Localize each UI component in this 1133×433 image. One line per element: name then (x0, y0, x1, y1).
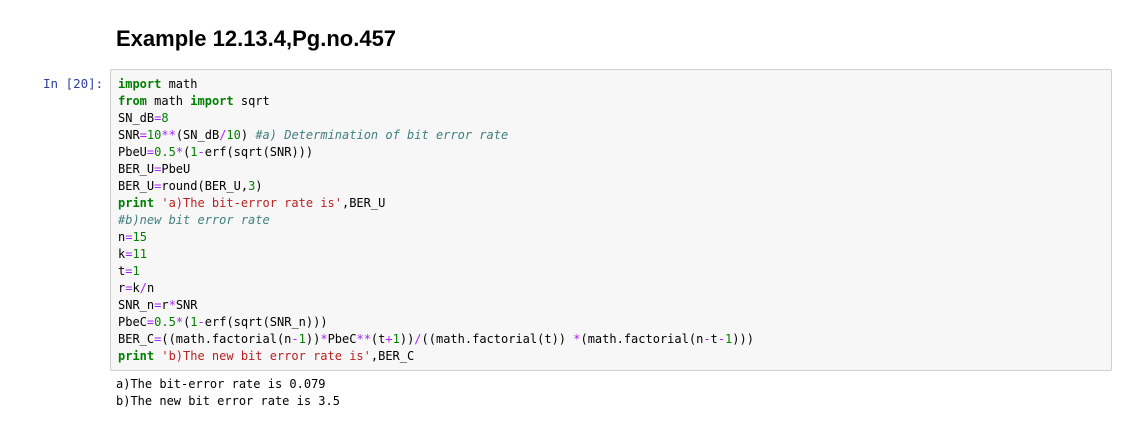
code-token: * (320, 332, 328, 346)
code-line: r=k/n (118, 280, 754, 297)
code-token: + (385, 332, 393, 346)
code-token: BER_U (118, 179, 155, 193)
code-token: 0.5 (154, 145, 176, 159)
code-line: from math import sqrt (118, 93, 754, 110)
code-token: SNR_n (118, 298, 155, 312)
code-token: #b)new bit error rate (118, 213, 270, 227)
code-token: from (118, 94, 147, 108)
code-token: ** (161, 128, 176, 142)
code-token: )) (399, 332, 415, 346)
code-token: BER_U (118, 162, 155, 176)
code-token: erf(sqrt(SNR))) (204, 145, 314, 159)
code-token: 1 (298, 332, 306, 346)
code-token: round(BER_U, (161, 179, 249, 193)
code-token: 1 (392, 332, 400, 346)
code-token: 8 (161, 111, 169, 125)
code-token: #a) Determination of bit error rate (255, 128, 509, 142)
code-token: * (175, 315, 184, 329)
code-token: erf(sqrt(SNR_n))) (204, 315, 328, 329)
code-token: math (146, 94, 191, 108)
code-line: #b)new bit error rate (118, 212, 754, 229)
code-token: - (703, 332, 711, 346)
code-cell-input[interactable]: import math from math import sqrt SN_dB=8 S… (110, 69, 1112, 371)
input-prompt: In [20]: (43, 76, 104, 91)
code-token: )) (305, 332, 321, 346)
page-title: Example 12.13.4,Pg.no.457 (116, 26, 397, 51)
code-line: SN_dB=8 (118, 110, 754, 127)
code-token: SNR (175, 298, 198, 312)
code-token: * (168, 298, 176, 312)
code-line: PbeC=0.5*(1-erf(sqrt(SNR_n))) (118, 314, 754, 331)
code-token: PbeU (118, 145, 147, 159)
code-token: ) (240, 128, 256, 142)
code-token: ) (255, 179, 263, 193)
code-token: sqrt (233, 94, 270, 108)
code-token: t (710, 332, 718, 346)
code-line: BER_U=PbeU (118, 161, 754, 178)
code-line: BER_U=round(BER_U,3) (118, 178, 754, 195)
code-token: 1 (190, 315, 198, 329)
code-token: = (139, 128, 147, 142)
code-token: (math.factorial(n (580, 332, 704, 346)
code-token: import (118, 77, 162, 91)
code-token: math (161, 77, 198, 91)
code-token: PbeU (161, 162, 191, 176)
code-token: SN_dB (118, 111, 155, 125)
code-token: 'b)The new bit error rate is' (161, 349, 371, 363)
code-token: ))) (732, 332, 754, 346)
code-token: 0.5 (154, 315, 176, 329)
code-line: SNR_n=r*SNR (118, 297, 754, 314)
code-line: n=15 (118, 229, 754, 246)
code-token: 15 (132, 230, 147, 244)
output-line: b)The new bit error rate is 3.5 (116, 394, 340, 408)
code-token: / (139, 281, 147, 295)
code-token: - (197, 315, 205, 329)
code-token: * (175, 145, 184, 159)
code-token: ,BER_C (370, 349, 415, 363)
code-token: ,BER_U (341, 196, 386, 210)
code-token: 10 (146, 128, 162, 142)
code-token: - (291, 332, 299, 346)
code-token: PbeC (118, 315, 147, 329)
code-token: n (146, 281, 155, 295)
code-token: - (197, 145, 205, 159)
code-token: (t (370, 332, 386, 346)
code-line: k=11 (118, 246, 754, 263)
code-token: print (118, 349, 155, 363)
code-token: ((math.factorial(n (161, 332, 292, 346)
code-token: print (118, 196, 155, 210)
code-token: - (717, 332, 726, 346)
code-token: SNR (118, 128, 140, 142)
code-line: print 'a)The bit-error rate is',BER_U (118, 195, 754, 212)
code-line: SNR=10**(SN_dB/10) #a) Determination of … (118, 127, 754, 144)
code-token: r (161, 298, 169, 312)
code-line: import math (118, 76, 754, 93)
code-token: k (132, 281, 140, 295)
cell-output: a)The bit-error rate is 0.079 b)The new b… (116, 376, 340, 410)
code-line: PbeU=0.5*(1-erf(sqrt(SNR))) (118, 144, 754, 161)
code-token: / (414, 332, 422, 346)
code-token: import (190, 94, 234, 108)
code-line: t=1 (118, 263, 754, 280)
code-token: ** (356, 332, 371, 346)
code-token: 11 (132, 247, 147, 261)
code-line: print 'b)The new bit error rate is',BER_… (118, 348, 754, 365)
code-token: 1 (132, 264, 140, 278)
code-token: 10 (226, 128, 241, 142)
code-token: (SN_dB (175, 128, 220, 142)
code-line: BER_C=((math.factorial(n-1))*PbeC**(t+1)… (118, 331, 754, 348)
code-token: BER_C (118, 332, 155, 346)
code-editor[interactable]: import math from math import sqrt SN_dB=8 S… (118, 76, 754, 365)
code-token: 1 (190, 145, 198, 159)
output-line: a)The bit-error rate is 0.079 (116, 377, 326, 391)
code-token: ((math.factorial(t)) (421, 332, 574, 346)
code-token: 'a)The bit-error rate is' (161, 196, 342, 210)
code-token: PbeC (327, 332, 357, 346)
